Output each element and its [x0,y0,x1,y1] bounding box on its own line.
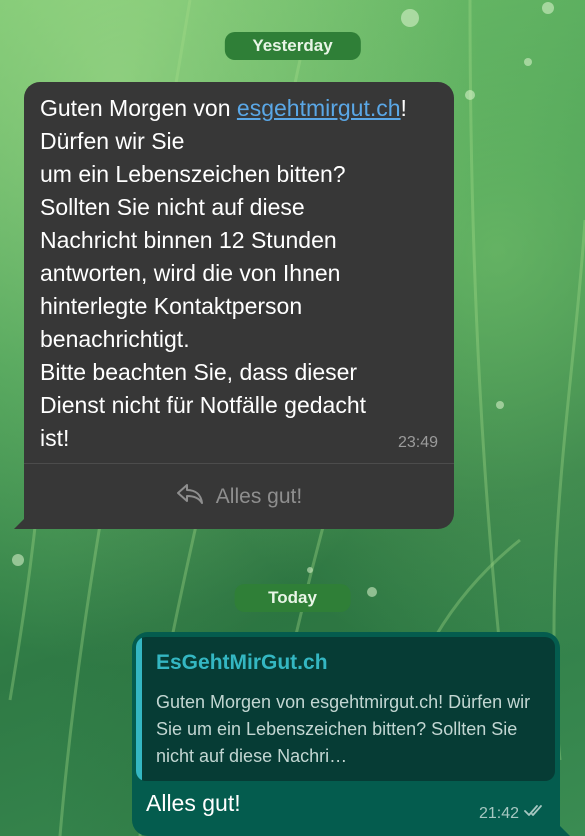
outgoing-message-text: Alles gut! [146,790,241,816]
outgoing-message-bubble[interactable]: EsGehtMirGut.ch Guten Morgen von esgehtm… [132,632,570,836]
reply-icon [176,483,204,511]
quoted-sender: EsGehtMirGut.ch [156,651,328,674]
quote-accent-bar [136,637,142,781]
incoming-timestamp: 23:49 [397,434,438,451]
double-check-icon [524,804,546,823]
outgoing-meta: 21:42 [479,804,546,823]
alles-gut-reply-button[interactable]: Alles gut! [24,464,454,529]
date-chip-today: Today [234,584,351,612]
outgoing-timestamp: 21:42 [478,804,519,822]
message-link[interactable]: esgehtmirgut.ch [237,95,401,121]
incoming-message-text: Guten Morgen von esgehtmirgut.ch! Dürfen… [40,92,440,455]
message-text-part: Guten Morgen von [40,95,237,121]
reply-button-label: Alles gut! [215,484,303,508]
date-chip-yesterday: Yesterday [224,32,361,60]
incoming-message-bubble[interactable]: Guten Morgen von esgehtmirgut.ch! Dürfen… [14,82,454,529]
message-text-part: ! Dürfen wir Sie um ein Lebenszeichen bi… [40,95,407,451]
quoted-text: Guten Morgen von esgehtmirgut.ch! Dürfen… [156,692,531,766]
quoted-message[interactable]: EsGehtMirGut.ch Guten Morgen von esgehtm… [136,637,555,781]
